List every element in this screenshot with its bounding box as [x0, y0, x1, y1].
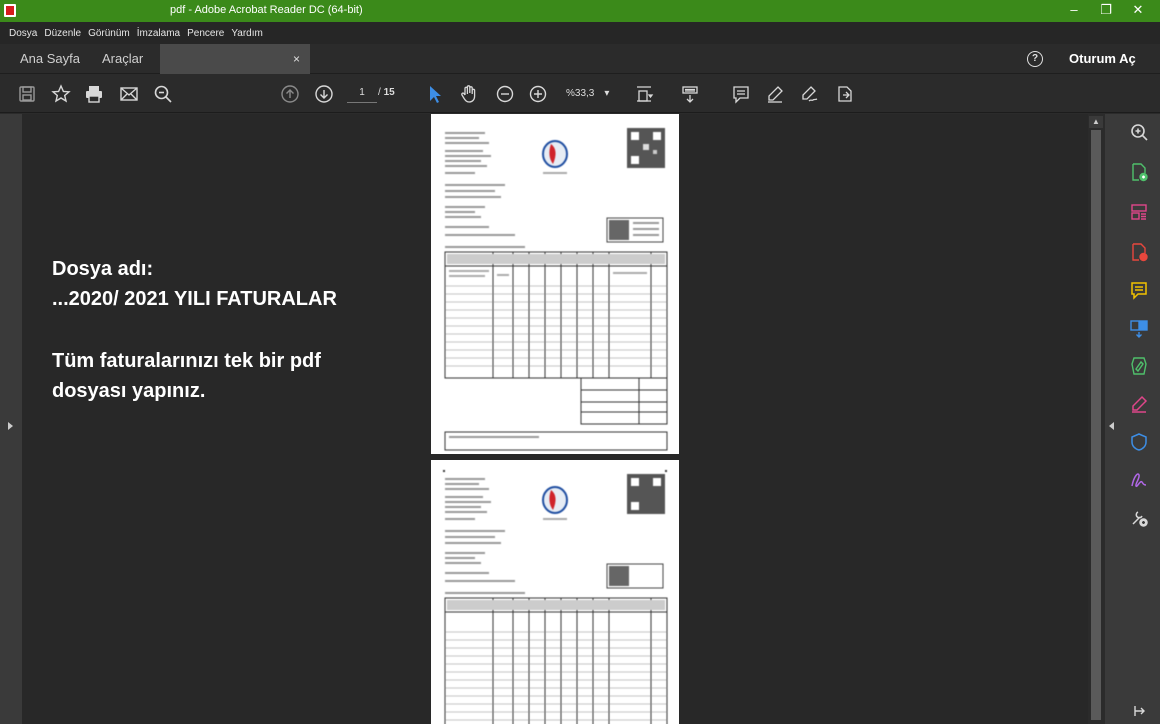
highlight-pen-icon[interactable] — [764, 83, 786, 105]
help-icon[interactable]: ? — [1027, 51, 1043, 67]
zoom-value: %33,3 — [566, 88, 595, 99]
minimize-icon[interactable]: – — [1058, 2, 1090, 20]
title-bar: pdf - Adobe Acrobat Reader DC (64-bit) –… — [0, 0, 1160, 22]
company-logo — [542, 486, 568, 520]
sign-icon[interactable] — [798, 83, 820, 105]
document-viewer[interactable]: Dosya adı: ...2020/ 2021 YILI FATURALAR … — [22, 114, 1088, 724]
bookmark-star-icon[interactable] — [50, 83, 72, 105]
qr-code — [627, 474, 665, 514]
create-pdf-icon[interactable] — [1129, 162, 1149, 182]
signature-icon[interactable] — [1129, 470, 1149, 490]
pdf-page-1 — [431, 114, 679, 454]
print-icon[interactable] — [83, 83, 105, 105]
toolbar: 1 / 15 %33,3 ▾ — [0, 75, 1160, 113]
acrobat-app-icon — [4, 4, 16, 17]
expand-left-pane-icon[interactable] — [8, 422, 13, 430]
email-icon[interactable] — [118, 83, 140, 105]
close-icon[interactable]: ✕ — [1122, 2, 1154, 20]
zoom-search-icon[interactable] — [1129, 122, 1149, 142]
share-icon[interactable] — [834, 83, 856, 105]
select-cursor-icon[interactable] — [424, 83, 446, 105]
fit-page-icon[interactable] — [633, 83, 655, 105]
page-down-icon[interactable] — [313, 83, 335, 105]
organize-pages-icon[interactable] — [1129, 202, 1149, 222]
zoom-out-icon[interactable] — [494, 83, 516, 105]
overlay-filename-label: Dosya adı: — [52, 258, 154, 280]
save-icon[interactable] — [16, 83, 38, 105]
more-tools-icon[interactable] — [1129, 508, 1149, 528]
window-title: pdf - Adobe Acrobat Reader DC (64-bit) — [170, 4, 363, 16]
tab-document[interactable] — [160, 44, 310, 74]
qr-code — [627, 128, 665, 168]
scroll-up-icon[interactable]: ▲ — [1089, 116, 1103, 128]
invoice-page-content — [443, 470, 668, 724]
signin-button[interactable]: Oturum Aç — [1069, 44, 1136, 74]
menu-pencere[interactable]: Pencere — [187, 28, 224, 39]
collapse-right-pane-icon[interactable] — [1109, 422, 1114, 430]
zoom-select[interactable]: %33,3 ▾ — [566, 85, 620, 103]
pdf-page-2 — [431, 460, 679, 724]
edit-pdf-icon[interactable] — [1129, 356, 1149, 376]
fill-sign-icon[interactable] — [1129, 394, 1149, 414]
comment-icon[interactable] — [730, 83, 752, 105]
tab-tools[interactable]: Araçlar — [102, 44, 143, 74]
scrollbar-thumb[interactable] — [1091, 130, 1101, 720]
overlay-instruction-line2: dosyası yapınız. — [52, 380, 206, 402]
comment-tool-icon[interactable] — [1129, 280, 1149, 300]
restore-icon[interactable]: ❐ — [1090, 2, 1122, 20]
menu-duzenle[interactable]: Düzenle — [44, 28, 81, 39]
tab-bar: Ana Sayfa Araçlar × ? Oturum Aç — [0, 44, 1160, 74]
search-zoom-icon[interactable] — [152, 83, 174, 105]
page-separator: / — [378, 87, 381, 98]
page-total-count: 15 — [383, 87, 395, 98]
acrobat-window: pdf - Adobe Acrobat Reader DC (64-bit) –… — [0, 0, 1160, 724]
zoom-in-icon[interactable] — [527, 83, 549, 105]
protect-icon[interactable] — [1129, 432, 1149, 452]
overlay-instruction-line1: Tüm faturalarınızı tek bir pdf — [52, 350, 321, 372]
combine-files-icon[interactable] — [1129, 318, 1149, 338]
page-total: / 15 — [378, 87, 395, 98]
menu-gorunum[interactable]: Görünüm — [88, 28, 130, 39]
export-pdf-icon[interactable] — [1129, 242, 1149, 262]
hand-icon[interactable] — [458, 83, 480, 105]
tab-home[interactable]: Ana Sayfa — [20, 44, 80, 74]
page-up-icon[interactable] — [279, 83, 301, 105]
company-logo — [542, 140, 568, 174]
menu-imzalama[interactable]: İmzalama — [137, 28, 180, 39]
scroll-mode-icon[interactable] — [679, 83, 701, 105]
overlay-filename-value: ...2020/ 2021 YILI FATURALAR — [52, 288, 337, 310]
menu-yardim[interactable]: Yardım — [231, 28, 263, 39]
tab-close-button[interactable]: × — [293, 44, 300, 74]
menu-bar: Dosya Düzenle Görünüm İmzalama Pencere Y… — [0, 22, 1160, 44]
left-navigation-pane[interactable] — [0, 114, 22, 724]
chevron-down-icon: ▾ — [604, 88, 610, 99]
expand-icon[interactable] — [1129, 700, 1149, 720]
page-number-input[interactable]: 1 — [347, 85, 377, 103]
vertical-scrollbar[interactable]: ▲ — [1088, 114, 1105, 724]
invoice-page-content — [444, 128, 668, 451]
right-tools-pane — [1105, 114, 1160, 724]
menu-dosya[interactable]: Dosya — [9, 28, 37, 39]
